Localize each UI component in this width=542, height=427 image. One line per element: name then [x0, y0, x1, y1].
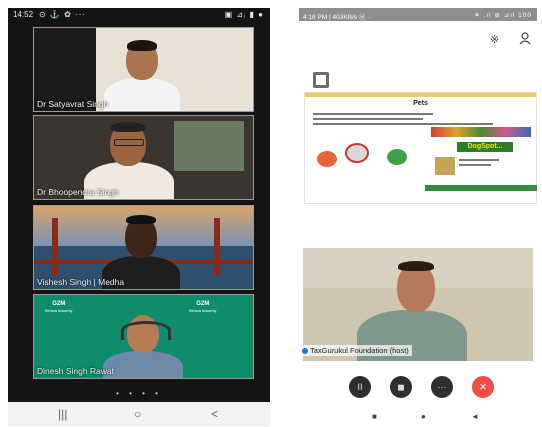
recent-apps-button[interactable]: ■ [372, 412, 377, 421]
home-button[interactable]: ○ [134, 407, 141, 421]
gallery-view-icon[interactable] [313, 72, 329, 88]
shared-screen-slide: Pets DogSpot... [304, 92, 537, 204]
headset-icon [121, 321, 171, 340]
back-button[interactable]: ◄ [471, 412, 479, 421]
slide-bullet-line [313, 118, 423, 120]
notification-icons: ⊙ ⚓ ✿ ··· [39, 10, 87, 19]
participant-tile-4[interactable]: G2M Medical Academy G2M Medical Academy … [33, 294, 254, 379]
slide-bullet-line [313, 113, 433, 115]
android-nav-bar: ■ ● ◄ [299, 412, 537, 426]
camera-button[interactable]: ◼ [390, 376, 412, 398]
dogspot-badge: DogSpot... [457, 142, 513, 152]
left-status-bar: 14:52 ⊙ ⚓ ✿ ··· ▣ ⊿ᵢ ▮ ● [8, 8, 270, 22]
participant-name: Dinesh Singh Rawat [37, 366, 115, 376]
bluetooth-icon[interactable]: ※ [490, 33, 499, 46]
slide-text-line [459, 159, 499, 161]
signal-battery-icons: ▣ ⊿ᵢ ▮ ● [224, 10, 264, 19]
background-shelf [174, 121, 244, 171]
android-nav-bar: ||| ○ < [8, 402, 270, 426]
participant-name: Vishesh Singh | Medha [37, 277, 125, 287]
signal-battery-icons: ✶ .ıl ⊛ ⊿ıl 100 [474, 12, 532, 19]
status-time: 14:52 [13, 10, 34, 19]
slide-graphic-circle [345, 143, 369, 163]
home-button[interactable]: ● [421, 412, 426, 421]
g2m-logo-right: G2M Medical Academy [189, 301, 217, 313]
participant-tile-1[interactable]: Dr Satyavrat Singh [33, 27, 254, 112]
recent-apps-button[interactable]: ||| [58, 407, 67, 421]
participant-tile-2[interactable]: Dr Bhoopendra Singh [33, 115, 254, 200]
slide-thumbnail [435, 157, 455, 175]
page-indicator: • • • • [116, 389, 162, 398]
participant-tile-3[interactable]: Vishesh Singh | Medha [33, 205, 254, 290]
slide-bottom-bar [425, 185, 537, 191]
slide-bullet-line [313, 123, 493, 125]
slide-graphic-circle [317, 151, 337, 167]
bridge-tower-right [214, 218, 220, 276]
g2m-logo-left: G2M Medical Academy [45, 301, 73, 313]
back-button[interactable]: < [211, 407, 218, 421]
pause-share-button[interactable]: II [349, 376, 371, 398]
slide-image-strip [431, 127, 531, 137]
slide-title: Pets [413, 100, 428, 107]
slide-graphic-circle [387, 149, 407, 165]
right-status-bar: 4:18 PM | 403KB/s ⓦ ··· ✶ .ıl ⊛ ⊿ıl 100 [299, 8, 537, 21]
participant-name: Dr Satyavrat Singh [37, 99, 109, 109]
mic-status-icon [302, 348, 308, 354]
right-phone-screen: 4:18 PM | 403KB/s ⓦ ··· ✶ .ıl ⊛ ⊿ıl 100 … [299, 8, 537, 426]
participant-name: Dr Bhoopendra Singh [37, 187, 119, 197]
slide-top-bar [305, 93, 536, 97]
status-time: 4:18 PM | 403KB/s ⓦ ··· [303, 14, 374, 21]
slide-text-line [459, 164, 491, 166]
more-options-button[interactable]: ··· [431, 376, 453, 398]
bridge-tower-left [52, 218, 58, 276]
participants-icon[interactable] [519, 32, 531, 45]
leave-meeting-button[interactable]: × [472, 376, 494, 398]
left-phone-screen: 14:52 ⊙ ⚓ ✿ ··· ▣ ⊿ᵢ ▮ ● Dr Satyavrat Si… [8, 8, 270, 426]
host-name-label: TaxGurukul Foundation (host) [299, 345, 412, 356]
